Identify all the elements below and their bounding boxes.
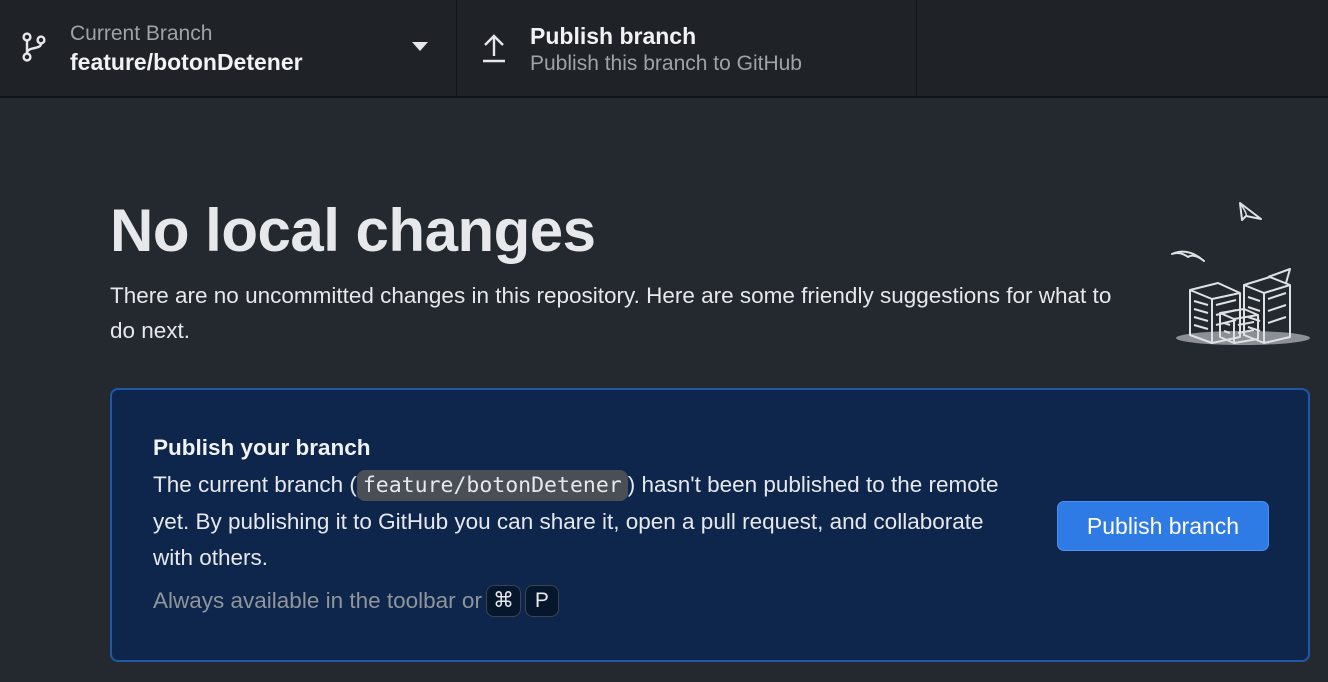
card-title: Publish your branch (153, 435, 371, 460)
publish-branch-card: Publish your branch The current branch (… (110, 388, 1310, 662)
upload-icon (483, 34, 505, 63)
toolbar: Current Branch feature/botonDetener Publ… (0, 0, 1328, 98)
card-description: The current branch (feature/botonDetener… (153, 467, 1013, 576)
chevron-down-icon (412, 42, 428, 51)
publish-branch-toolbar-button[interactable]: Publish branch Publish this branch to Gi… (457, 0, 917, 96)
shortcut-hint-text: Always available in the toolbar or (153, 588, 482, 613)
branch-name-code: feature/botonDetener (356, 470, 628, 501)
publish-branch-title: Publish branch (530, 23, 697, 49)
current-branch-dropdown[interactable]: Current Branch feature/botonDetener (0, 0, 457, 96)
paper-stacks-illustration (1171, 202, 1310, 345)
page-subtitle: There are no uncommitted changes in this… (110, 283, 1112, 343)
publish-branch-description: Publish this branch to GitHub (530, 52, 802, 75)
page-title: No local changes (110, 197, 596, 264)
p-key: P (524, 585, 559, 617)
current-branch-name: feature/botonDetener (70, 49, 303, 75)
command-key: ⌘ (485, 585, 521, 617)
publish-branch-button[interactable]: Publish branch (1057, 501, 1269, 551)
current-branch-caption: Current Branch (70, 22, 213, 45)
git-branch-icon (22, 32, 46, 62)
card-description-start: The current branch ( (153, 472, 357, 497)
shortcut-hint: Always available in the toolbar or ⌘ P (153, 585, 559, 617)
